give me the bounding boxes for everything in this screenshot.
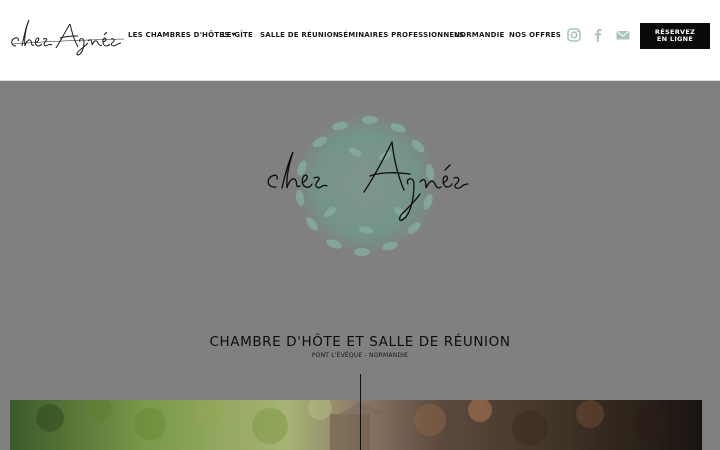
nav-item-seminaires[interactable]: SÉMINAIRES PROFESSIONNELS <box>338 31 464 40</box>
nav-item-chambres[interactable]: LES CHAMBRES D'HÔTES ▼ <box>128 31 236 40</box>
instagram-icon[interactable] <box>566 27 582 43</box>
site-header: LES CHAMBRES D'HÔTES ▼ LE GÎTE SALLE DE R… <box>0 0 720 81</box>
center-divider-line <box>360 374 361 450</box>
cta-line-2: EN LIGNE <box>656 35 694 43</box>
nav-item-salle[interactable]: SALLE DE RÉUNION <box>260 31 339 40</box>
header-logo[interactable] <box>8 14 125 56</box>
nav-label: LES CHAMBRES D'HÔTES <box>128 31 230 39</box>
hero-subtitle: PONT L'ÉVÊQUE - NORMANDIE <box>311 352 409 359</box>
facebook-icon[interactable] <box>590 27 606 43</box>
nav-item-normandie[interactable]: NORMANDIE <box>454 31 504 40</box>
nav-item-gite[interactable]: LE GÎTE <box>222 31 253 40</box>
mail-icon[interactable] <box>615 27 631 43</box>
reserve-online-button[interactable]: RÉSERVEZ EN LIGNE <box>640 23 710 49</box>
hero-logo <box>260 112 482 262</box>
hero-photo <box>10 400 702 450</box>
hero-title: CHAMBRE D'HÔTE ET SALLE DE RÉUNION <box>209 334 511 350</box>
nav-item-offres[interactable]: NOS OFFRES <box>509 31 561 40</box>
